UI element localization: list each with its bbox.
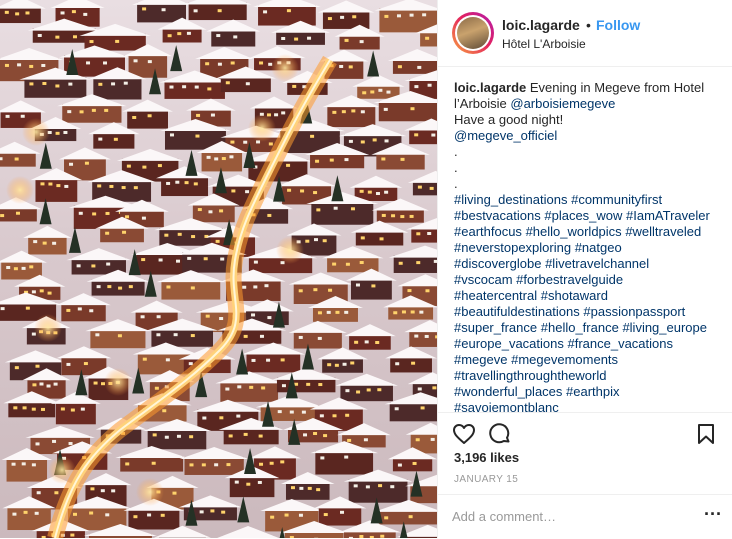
street-light-glow — [136, 478, 164, 506]
caption-username[interactable]: loic.lagarde — [454, 80, 526, 95]
hashtag-link[interactable]: #passionpassport — [583, 304, 685, 319]
hashtag-link[interactable]: #bestvacations — [454, 208, 541, 223]
caption-line: . — [454, 144, 728, 160]
caption-line: . — [454, 160, 728, 176]
likes-count[interactable]: 3,196 likes — [454, 450, 519, 465]
caption: loic.lagarde Evening in Megeve from Hote… — [454, 80, 728, 412]
hashtag-link[interactable]: #france_vacations — [567, 336, 673, 351]
author-username[interactable]: loic.lagarde — [502, 17, 580, 33]
heart-icon[interactable] — [452, 422, 476, 446]
hashtag-link[interactable]: #livetravelchannel — [545, 256, 649, 271]
post-details-panel: loic.lagarde • Follow Hôtel L'Arboisie l… — [437, 0, 732, 538]
hashtag-link[interactable]: #welltraveled — [625, 224, 701, 239]
hashtag-link[interactable]: #living_europe — [622, 320, 707, 335]
hashtag-link[interactable]: #megevemoments — [511, 352, 618, 367]
street-light-glow — [104, 368, 132, 396]
bookmark-icon[interactable] — [694, 422, 718, 446]
comment-bubble-icon[interactable] — [488, 422, 512, 446]
caption-line: #beautifuldestinations #passionpassport — [454, 304, 728, 320]
caption-line: #earthfocus #hello_worldpics #welltravel… — [454, 224, 728, 240]
hashtag-link[interactable]: #wonderful_places — [454, 384, 562, 399]
hashtag-link[interactable]: #earthpix — [566, 384, 619, 399]
post-date: JANUARY 15 — [454, 474, 518, 485]
street-light-glow — [34, 314, 62, 342]
caption-line: #europe_vacations #france_vacations — [454, 336, 728, 352]
hashtag-link[interactable]: #beautifuldestinations — [454, 304, 580, 319]
street-light-glow — [6, 176, 34, 204]
street-light-glow — [271, 54, 299, 82]
caption-line: #neverstopexploring #natgeo — [454, 240, 728, 256]
caption-line: #wonderful_places #earthpix — [454, 384, 728, 400]
hashtag-link[interactable]: #IamATraveler — [626, 208, 710, 223]
caption-line: loic.lagarde Evening in Megeve from Hote… — [454, 80, 728, 96]
caption-line: #discoverglobe #livetravelchannel — [454, 256, 728, 272]
caption-line: #heatercentral #shotaward — [454, 288, 728, 304]
hashtag-link[interactable]: #forbestravelguide — [516, 272, 623, 287]
hashtag-link[interactable]: #hello_france — [541, 320, 619, 335]
mention-link[interactable]: @megeve_officiel — [454, 128, 557, 143]
caption-line: #megeve #megevemoments — [454, 352, 728, 368]
comment-input[interactable] — [452, 505, 682, 527]
hashtag-link[interactable]: #travellingthroughtheworld — [454, 368, 606, 383]
caption-line: #bestvacations #places_wow #IamATraveler — [454, 208, 728, 224]
mention-link[interactable]: @arboisiemegeve — [510, 96, 615, 111]
street-light-glow — [48, 456, 76, 484]
hashtag-link[interactable]: #earthfocus — [454, 224, 522, 239]
caption-line: #super_france #hello_france #living_euro… — [454, 320, 728, 336]
post-photo[interactable] — [0, 0, 437, 538]
caption-lines: loic.lagarde Evening in Megeve from Hote… — [454, 80, 728, 412]
caption-line: #living_destinations #communityfirst — [454, 192, 728, 208]
hashtag-link[interactable]: #neverstopexploring — [454, 240, 571, 255]
caption-line: Have a good night! — [454, 112, 728, 128]
caption-line: l’Arboisie @arboisiemegeve — [454, 96, 728, 112]
street-light-glow — [22, 118, 50, 146]
caption-line: @megeve_officiel — [454, 128, 728, 144]
caption-line: #vscocam #forbestravelguide — [454, 272, 728, 288]
avatar-image — [457, 17, 489, 49]
hashtag-link[interactable]: #living_destinations — [454, 192, 567, 207]
more-options-button[interactable]: ··· — [704, 504, 722, 525]
action-bar — [438, 412, 732, 453]
location-link[interactable]: Hôtel L'Arboisie — [502, 37, 586, 51]
hashtag-link[interactable]: #communityfirst — [571, 192, 662, 207]
instagram-post: loic.lagarde • Follow Hôtel L'Arboisie l… — [0, 0, 732, 538]
hashtag-link[interactable]: #places_wow — [544, 208, 622, 223]
hashtag-link[interactable]: #savoiemontblanc — [454, 400, 559, 412]
street-light-glow — [276, 236, 304, 264]
hashtag-link[interactable]: #megeve — [454, 352, 507, 367]
hashtag-link[interactable]: #natgeo — [575, 240, 622, 255]
street-light-glow — [248, 114, 276, 142]
post-header: loic.lagarde • Follow Hôtel L'Arboisie — [438, 0, 732, 67]
caption-line: . — [454, 176, 728, 192]
hashtag-link[interactable]: #super_france — [454, 320, 537, 335]
hashtag-link[interactable]: #heatercentral — [454, 288, 537, 303]
separator-dot: • — [586, 17, 591, 33]
hashtag-link[interactable]: #shotaward — [541, 288, 608, 303]
hashtag-link[interactable]: #hello_worldpics — [526, 224, 622, 239]
hashtag-link[interactable]: #europe_vacations — [454, 336, 564, 351]
comment-bar: ··· — [438, 494, 732, 539]
hashtag-link[interactable]: #discoverglobe — [454, 256, 541, 271]
avatar[interactable] — [452, 12, 494, 54]
caption-line: #savoiemontblanc — [454, 400, 728, 412]
chalet — [184, 0, 252, 20]
hashtag-link[interactable]: #vscocam — [454, 272, 513, 287]
megeve-evening-photo — [0, 0, 437, 538]
follow-button[interactable]: Follow — [596, 17, 640, 33]
chalet — [253, 0, 321, 26]
caption-line: #travellingthroughtheworld — [454, 368, 728, 384]
